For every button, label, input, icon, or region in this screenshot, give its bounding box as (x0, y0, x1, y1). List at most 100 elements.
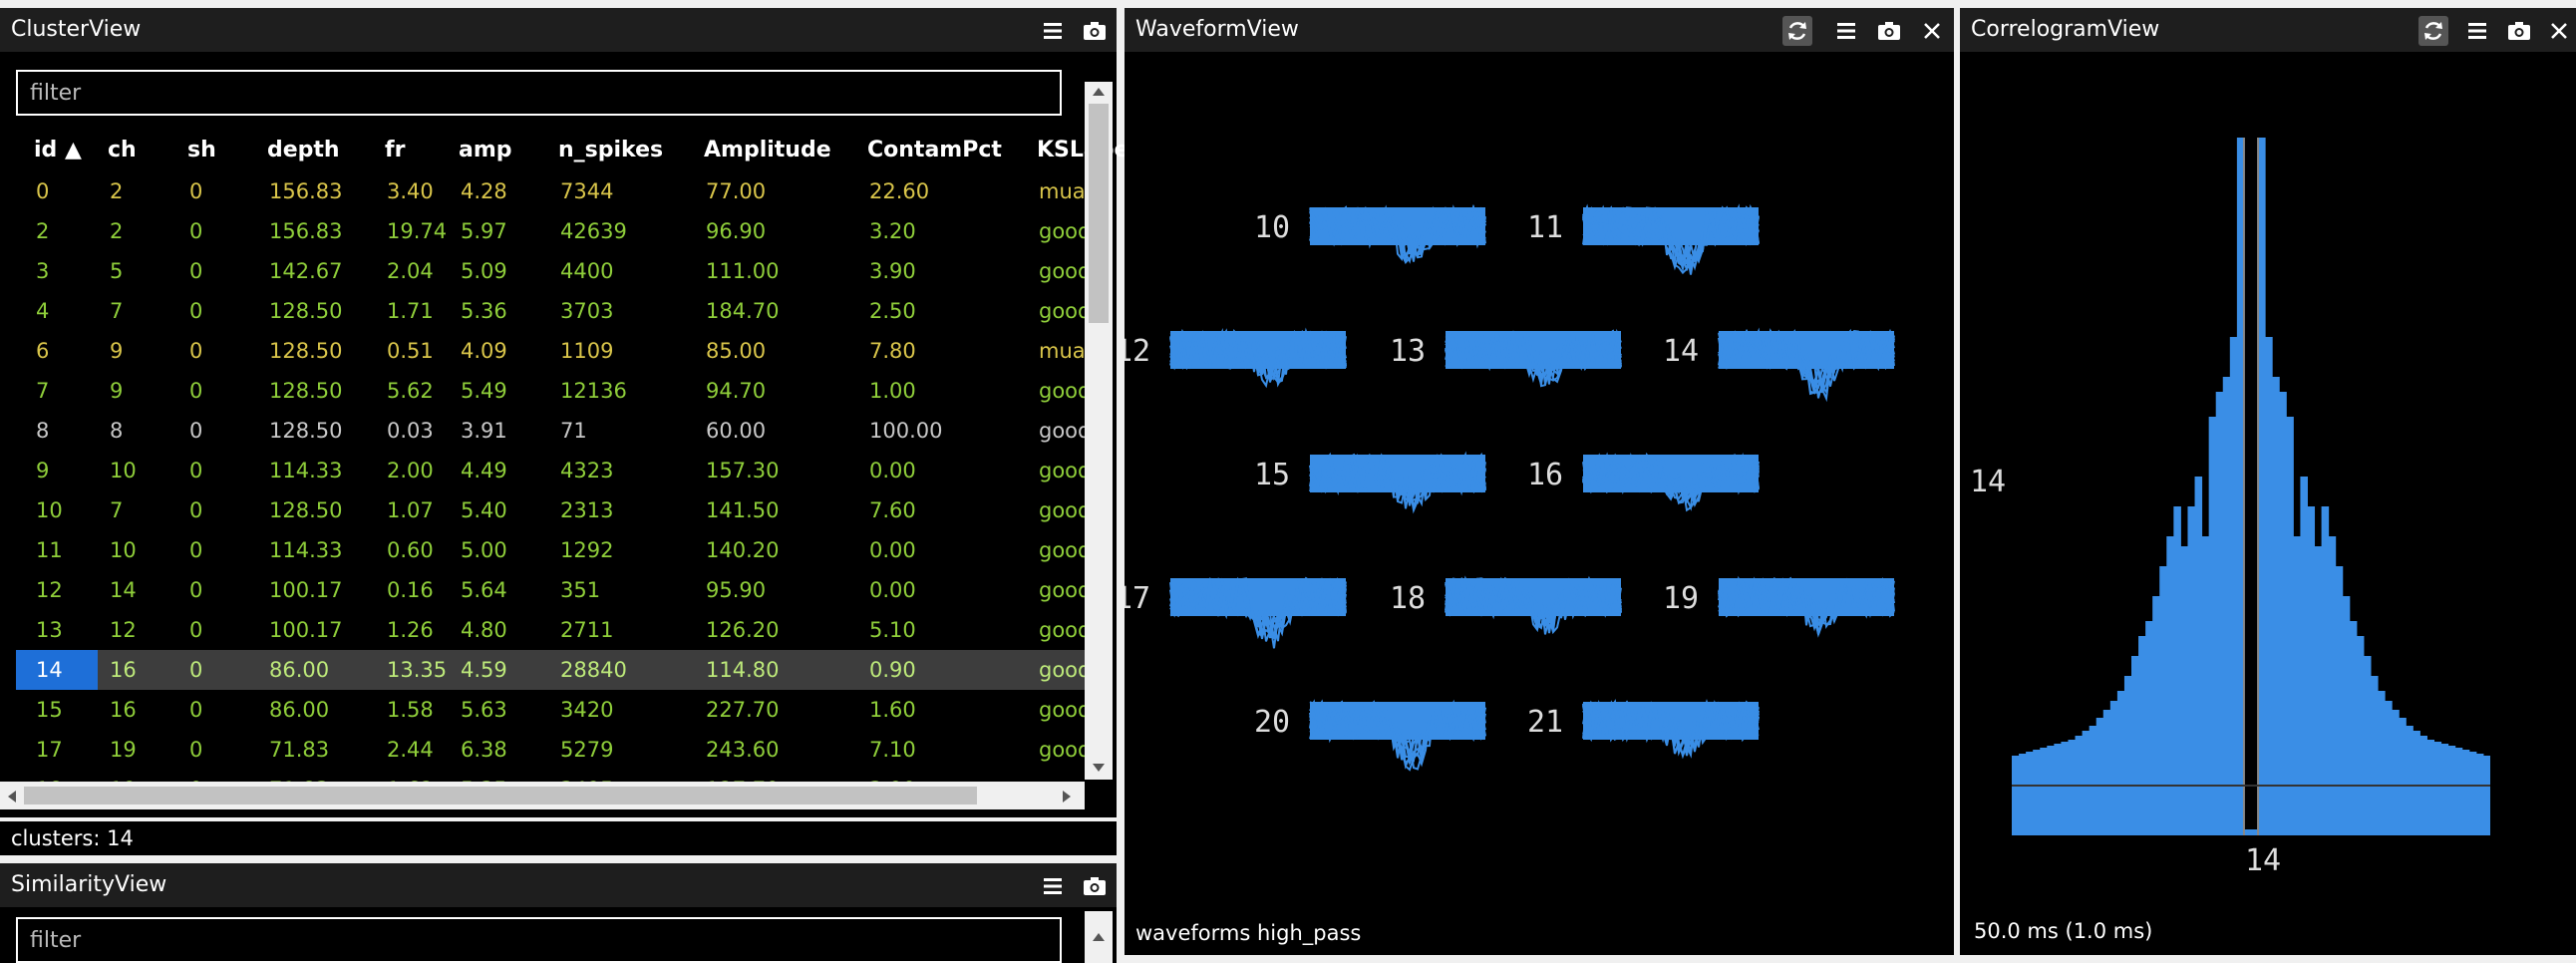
cell-ch: 7 (110, 299, 124, 323)
waveform-channel-20[interactable] (1309, 699, 1486, 772)
cluster-table-hscroll-thumb[interactable] (24, 787, 977, 804)
cell-kslabel: good (1039, 578, 1085, 602)
cluster-row[interactable]: 13 12 0 100.17 1.26 4.80 2711 126.20 5.10 good (16, 610, 1085, 650)
cell-contampct: 7.10 (869, 738, 916, 762)
waveform-channel-label: 21 (1527, 705, 1563, 740)
waveform-channel-18[interactable] (1445, 575, 1622, 635)
correlogram-bar (2279, 392, 2287, 835)
waveform-channel-16[interactable] (1582, 452, 1760, 512)
cluster-row[interactable]: 1819071.831.625.353495127.703.90good (16, 770, 1085, 782)
correlogram-view-menu-button[interactable] (2462, 16, 2492, 46)
waveform-view-autoupdate-button[interactable] (1782, 16, 1812, 46)
cell-kslabel: good (1039, 618, 1085, 642)
waveform-channel-10[interactable] (1309, 204, 1486, 264)
cell-n_spikes: 4323 (560, 459, 614, 482)
waveform-channel-15[interactable] (1309, 451, 1486, 514)
similarity-view-menu-button[interactable] (1038, 871, 1068, 901)
scroll-right-arrow-icon[interactable] (1061, 790, 1073, 803)
cluster-row[interactable]: 0 2 0 156.83 3.40 4.28 7344 77.00 22.60 mua (16, 171, 1085, 211)
correlogram-bar (2116, 691, 2125, 835)
cell-id: 3 (36, 259, 50, 283)
cell-amplitude: 126.20 (706, 618, 780, 642)
cell-ch: 10 (110, 538, 137, 562)
waveform-channel-12[interactable] (1169, 327, 1347, 389)
cell-amplitude: 77.00 (706, 179, 767, 203)
cell-kslabel: good (1039, 459, 1085, 482)
cluster-row[interactable]: 8 8 0 128.50 0.03 3.91 71 60.00 100.00 good (16, 411, 1085, 451)
cluster-row[interactable]: 17 19 0 71.83 2.44 6.38 5279 243.60 7.10 good (16, 730, 1085, 770)
cell-kslabel: good (1039, 498, 1085, 522)
menu-icon (1044, 878, 1062, 894)
waveform-channel-14[interactable] (1718, 327, 1895, 403)
waveform-channel-17[interactable] (1169, 576, 1347, 649)
cell-depth: 114.33 (269, 538, 343, 562)
waveform-view-menu-button[interactable] (1831, 16, 1861, 46)
cluster-row[interactable]: 2 2 0 156.83 19.74 5.97 42639 96.90 3.20 good (16, 211, 1085, 251)
correlogram-view-title: CorrelogramView (1971, 17, 2160, 42)
cell-fr: 0.16 (387, 578, 434, 602)
cell-n_spikes: 351 (560, 578, 601, 602)
cluster-row[interactable]: 15 16 0 86.00 1.58 5.63 3420 227.70 1.60 good (16, 690, 1085, 730)
scroll-up-arrow-icon[interactable] (1091, 86, 1107, 98)
cluster-table-vscrollbar[interactable] (1085, 82, 1113, 780)
correlogram-canvas[interactable] (2012, 118, 2490, 855)
cell-ch: 8 (110, 419, 124, 443)
cell-kslabel: good (1039, 658, 1085, 682)
cell-contampct: 2.50 (869, 299, 916, 323)
correlogram-bar (2033, 750, 2041, 835)
similarity-table-vscrollbar[interactable] (1085, 911, 1113, 963)
cluster-table-hscrollbar[interactable] (0, 782, 1085, 809)
cell-n_spikes: 4400 (560, 259, 614, 283)
cell-fr: 1.26 (387, 618, 434, 642)
cell-sh: 0 (189, 339, 203, 363)
cluster-row[interactable]: 10 7 0 128.50 1.07 5.40 2313 141.50 7.60 good (16, 490, 1085, 530)
correlogram-view-autoupdate-button[interactable] (2418, 16, 2448, 46)
cell-amp: 3.91 (461, 419, 507, 443)
waveform-channel-19[interactable] (1718, 575, 1895, 638)
cell-sh: 0 (189, 538, 203, 562)
waveform-channel-13[interactable] (1445, 328, 1622, 388)
waveform-channel-label: 16 (1527, 458, 1563, 492)
similarity-filter-input[interactable] (16, 917, 1062, 963)
scroll-left-arrow-icon[interactable] (6, 790, 18, 803)
cell-depth: 114.33 (269, 459, 343, 482)
cluster-row[interactable]: 14 16 0 86.00 13.35 4.59 28840 114.80 0.90 good (16, 650, 1085, 690)
waveform-canvas[interactable]: 10 11 12 13 14 15 16 17 18 19 20 21 (1125, 52, 1954, 929)
cell-fr: 19.74 (387, 219, 448, 243)
cluster-row[interactable]: 12 14 0 100.17 0.16 5.64 351 95.90 0.00 good (16, 570, 1085, 610)
correlogram-bar (2328, 536, 2337, 835)
cell-amplitude: 95.90 (706, 578, 767, 602)
waveform-view-screenshot-button[interactable] (1874, 16, 1904, 46)
cluster-row[interactable]: 6 9 0 128.50 0.51 4.09 1109 85.00 7.80 mua (16, 331, 1085, 371)
cell-kslabel: good (1039, 698, 1085, 722)
waveform-channel-label: 20 (1254, 705, 1290, 740)
cluster-row[interactable]: 7 9 0 128.50 5.62 5.49 12136 94.70 1.00 good (16, 371, 1085, 411)
waveform-channel-11[interactable] (1582, 203, 1760, 275)
scroll-down-arrow-icon[interactable] (1091, 762, 1107, 774)
cell-fr: 2.44 (387, 738, 434, 762)
correlogram-view-close-button[interactable] (2544, 16, 2574, 46)
cluster-table-vscroll-thumb[interactable] (1089, 104, 1109, 323)
cell-depth: 86.00 (269, 658, 330, 682)
cluster-row[interactable]: 9 10 0 114.33 2.00 4.49 4323 157.30 0.00 good (16, 451, 1085, 490)
correlogram-bar (2047, 746, 2055, 835)
cell-amplitude: 140.20 (706, 538, 780, 562)
cell-kslabel: good (1039, 299, 1085, 323)
correlogram-bar (2208, 417, 2217, 835)
waveform-channel-21[interactable] (1582, 698, 1760, 760)
correlogram-view-screenshot-button[interactable] (2504, 16, 2534, 46)
similarity-view-screenshot-button[interactable] (1080, 871, 1110, 901)
cell-amplitude: 60.00 (706, 419, 767, 443)
waveform-view-close-button[interactable] (1917, 16, 1947, 46)
cell-depth: 128.50 (269, 419, 343, 443)
cluster-row[interactable]: 4 7 0 128.50 1.71 5.36 3703 184.70 2.50 good (16, 291, 1085, 331)
correlogram-view-footer: 50.0 ms (1.0 ms) (1974, 919, 2153, 943)
cell-contampct: 7.80 (869, 339, 916, 363)
waveform-view-titlebar: WaveformView (1125, 8, 1954, 52)
cell-amp: 5.09 (461, 259, 507, 283)
scroll-up-arrow-icon[interactable] (1091, 931, 1107, 943)
cluster-row[interactable]: 3 5 0 142.67 2.04 5.09 4400 111.00 3.90 good (16, 251, 1085, 291)
cell-amp: 6.38 (461, 738, 507, 762)
correlogram-bar (2406, 726, 2414, 835)
cluster-row[interactable]: 11 10 0 114.33 0.60 5.00 1292 140.20 0.00 good (16, 530, 1085, 570)
